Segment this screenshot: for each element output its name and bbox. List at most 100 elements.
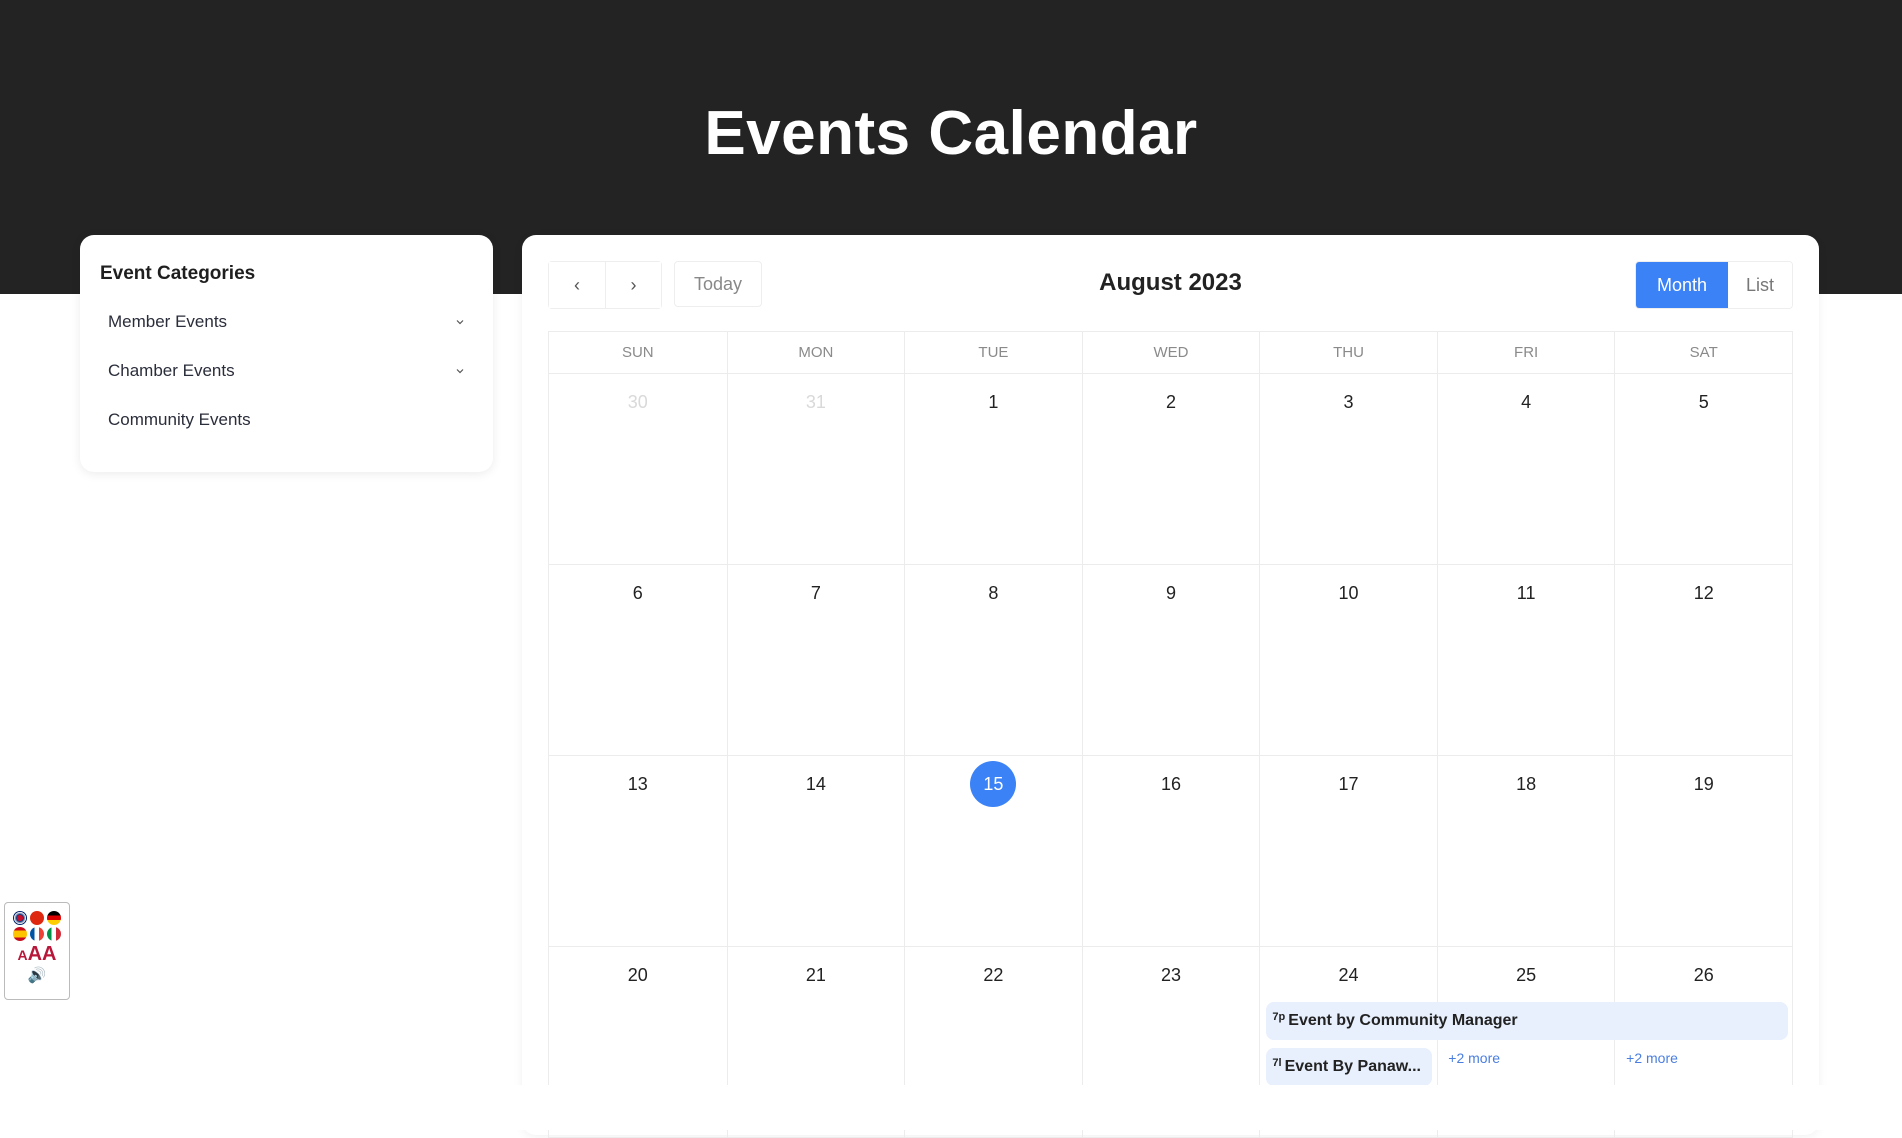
today-date-badge[interactable]: 15	[970, 761, 1017, 807]
day-cell[interactable]: 11	[1436, 565, 1615, 755]
day-cell[interactable]: 9	[1081, 565, 1260, 755]
category-member-events[interactable]: Member Events	[100, 297, 473, 346]
day-number[interactable]: 13	[549, 774, 727, 795]
day-number[interactable]: 18	[1438, 774, 1615, 795]
day-cell[interactable]: 14	[726, 756, 905, 946]
day-number[interactable]: 5	[1615, 392, 1792, 413]
day-number[interactable]: 16	[1083, 774, 1260, 795]
day-cell[interactable]: 3	[1259, 374, 1437, 564]
day-number[interactable]: 24	[1260, 965, 1437, 986]
day-number[interactable]: 25	[1438, 965, 1615, 986]
day-cell[interactable]: 15	[904, 756, 1082, 946]
nav-button-group: ‹ ›	[548, 261, 662, 309]
day-cell[interactable]: 12	[1614, 565, 1792, 755]
calendar-toolbar: August 2023 ‹ › Today Month List	[548, 261, 1793, 309]
category-label: Community Events	[108, 409, 251, 429]
day-cell[interactable]: 31	[726, 374, 905, 564]
day-number[interactable]: 12	[1615, 583, 1792, 604]
day-number[interactable]: 21	[728, 965, 905, 986]
day-number[interactable]: 31	[728, 392, 905, 413]
day-cell[interactable]: 6	[549, 565, 727, 755]
day-cell[interactable]: 10	[1259, 565, 1437, 755]
view-toggle: Month List	[1635, 261, 1793, 309]
today-button[interactable]: Today	[674, 261, 762, 307]
france-flag-icon[interactable]	[29, 927, 44, 941]
week-row: 30 31 1 2 3 4 5	[548, 374, 1793, 565]
italy-flag-icon[interactable]	[46, 927, 61, 941]
day-cell[interactable]: 2	[1081, 374, 1260, 564]
uk-flag-icon[interactable]	[12, 911, 27, 925]
event-time: 7p	[1272, 1011, 1286, 1023]
china-flag-icon[interactable]	[29, 911, 44, 925]
event-chip[interactable]: 7l Event By Panaw...	[1266, 1048, 1433, 1086]
more-events-link[interactable]: +2 more	[1626, 1050, 1678, 1066]
event-title: Event By Panaw...	[1284, 1058, 1421, 1075]
speaker-icon[interactable]: 🔊	[28, 966, 47, 984]
month-view-button[interactable]: Month	[1636, 262, 1728, 308]
chevron-right-icon: ›	[630, 274, 637, 295]
day-number[interactable]: 22	[905, 965, 1082, 986]
day-number[interactable]: 8	[905, 583, 1082, 604]
day-cell[interactable]: 7	[726, 565, 905, 755]
category-label: Member Events	[108, 311, 228, 331]
event-title: Event by Community Manager	[1288, 1012, 1518, 1029]
page-title: Events Calendar	[704, 99, 1198, 168]
day-cell[interactable]: 16	[1081, 756, 1260, 946]
day-number[interactable]: 1	[905, 392, 1082, 413]
day-cell[interactable]: 18	[1436, 756, 1615, 946]
day-number[interactable]: 17	[1260, 774, 1437, 795]
category-chamber-events[interactable]: Chamber Events	[100, 346, 473, 395]
day-number[interactable]: 19	[1615, 774, 1792, 795]
day-number[interactable]: 9	[1083, 583, 1260, 604]
day-cell[interactable]: 5	[1614, 374, 1792, 564]
calendar-panel: August 2023 ‹ › Today Month List SUN MON…	[522, 235, 1819, 1138]
weekday-label: SUN	[621, 344, 654, 361]
prev-month-button[interactable]: ‹	[549, 262, 605, 308]
text-size-icon[interactable]: AAA	[17, 943, 56, 966]
day-cell[interactable]: 4	[1436, 374, 1615, 564]
day-cell[interactable]: 13	[549, 756, 727, 946]
event-chip[interactable]: 7p Event by Community Manager	[1266, 1002, 1788, 1040]
list-view-button[interactable]: List	[1728, 262, 1792, 308]
weekday-label: SAT	[1614, 332, 1792, 373]
day-number[interactable]: 6	[549, 583, 727, 604]
event-time: 7l	[1272, 1057, 1282, 1069]
weekday-label: WED	[1081, 332, 1260, 373]
event-categories-title: Event Categories	[100, 263, 256, 284]
category-label: Chamber Events	[108, 360, 235, 380]
day-cell[interactable]: 30	[549, 374, 727, 564]
weekday-header: SUN MON TUE WED THU FRI SAT	[548, 331, 1793, 374]
day-number[interactable]: 20	[549, 965, 727, 986]
day-number[interactable]: 30	[549, 392, 727, 413]
day-cell[interactable]: 8	[904, 565, 1082, 755]
day-number[interactable]: 4	[1438, 392, 1615, 413]
week-row: 13 14 15 16 17 18 19	[548, 756, 1793, 947]
day-cell[interactable]: 1	[904, 374, 1082, 564]
day-number[interactable]: 7	[728, 583, 905, 604]
day-number[interactable]: 10	[1260, 583, 1437, 604]
day-number[interactable]: 3	[1260, 392, 1437, 413]
day-number[interactable]: 2	[1083, 392, 1260, 413]
event-categories-panel: Event Categories Member Events Chamber E…	[80, 235, 493, 472]
day-number[interactable]: 26	[1615, 965, 1792, 986]
chevron-down-icon	[456, 319, 464, 324]
weekday-label: MON	[726, 332, 905, 373]
page-bottom	[0, 1085, 1902, 1130]
chevron-down-icon	[456, 368, 464, 373]
spain-flag-icon[interactable]	[12, 927, 27, 941]
next-month-button[interactable]: ›	[605, 262, 661, 308]
germany-flag-icon[interactable]	[46, 911, 61, 925]
day-cell[interactable]: 17	[1259, 756, 1437, 946]
weekday-label: FRI	[1436, 332, 1615, 373]
week-row: 6 7 8 9 10 11 12	[548, 565, 1793, 756]
day-number[interactable]: 14	[728, 774, 905, 795]
category-community-events[interactable]: Community Events	[100, 395, 473, 444]
weekday-label: TUE	[904, 332, 1082, 373]
weekday-label: THU	[1259, 332, 1437, 373]
day-cell[interactable]: 19	[1614, 756, 1792, 946]
more-events-link[interactable]: +2 more	[1448, 1050, 1500, 1066]
chevron-left-icon: ‹	[574, 274, 580, 295]
accessibility-widget[interactable]: AAA 🔊	[4, 902, 70, 1000]
day-number[interactable]: 11	[1438, 583, 1615, 604]
day-number[interactable]: 23	[1083, 965, 1260, 986]
